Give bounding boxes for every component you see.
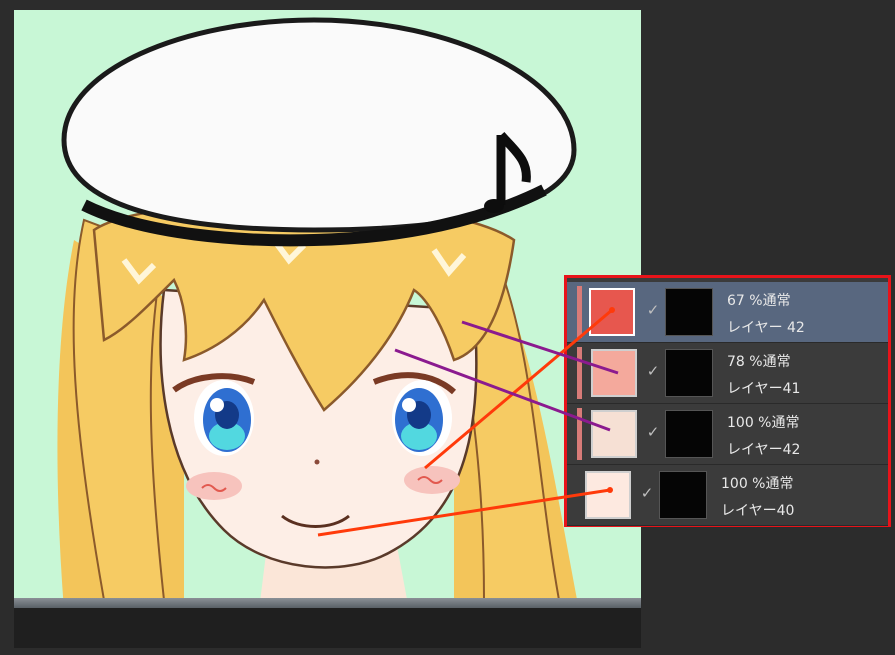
layer-opacity-mode: 67 %通常 bbox=[727, 293, 791, 309]
layer-row-42[interactable]: ✓ 100 %通常 レイヤー42 bbox=[567, 404, 888, 465]
layer-mask-thumbnail[interactable] bbox=[665, 349, 713, 397]
layer-panel: ✓ 67 %通常 レイヤー 42 ✓ 78 %通常 レイヤー41 ✓ 100 %… bbox=[564, 275, 891, 527]
layer-color-thumbnail[interactable] bbox=[591, 349, 637, 397]
layer-color-thumbnail[interactable] bbox=[591, 410, 637, 458]
layer-name: レイヤー41 bbox=[727, 381, 801, 397]
layer-row-40[interactable]: ✓ 100 %通常 レイヤー40 bbox=[567, 465, 888, 526]
layer-mask-thumbnail[interactable] bbox=[665, 288, 713, 336]
layer-name: レイヤー40 bbox=[721, 503, 795, 519]
visibility-check-icon[interactable]: ✓ bbox=[639, 485, 655, 501]
layer-name: レイヤー42 bbox=[727, 442, 801, 458]
drawing-canvas[interactable] bbox=[14, 10, 641, 648]
layer-row-41[interactable]: ✓ 78 %通常 レイヤー41 bbox=[567, 343, 888, 404]
layer-opacity-mode: 100 %通常 bbox=[727, 415, 800, 431]
clip-indicator bbox=[577, 347, 582, 399]
clip-indicator bbox=[577, 408, 582, 460]
layer-row-42-top[interactable]: ✓ 67 %通常 レイヤー 42 bbox=[567, 282, 888, 343]
visibility-check-icon[interactable]: ✓ bbox=[645, 363, 661, 379]
clip-indicator bbox=[577, 286, 582, 338]
layer-color-thumbnail[interactable] bbox=[585, 471, 631, 519]
layer-mask-thumbnail[interactable] bbox=[665, 410, 713, 458]
layer-opacity-mode: 100 %通常 bbox=[721, 476, 794, 492]
layer-name: レイヤー 42 bbox=[727, 320, 805, 336]
layer-mask-thumbnail[interactable] bbox=[659, 471, 707, 519]
layer-color-thumbnail[interactable] bbox=[589, 288, 635, 336]
character-illustration bbox=[57, 17, 579, 610]
canvas-footer bbox=[14, 608, 641, 648]
visibility-check-icon[interactable]: ✓ bbox=[645, 302, 661, 318]
layer-opacity-mode: 78 %通常 bbox=[727, 354, 791, 370]
visibility-check-icon[interactable]: ✓ bbox=[645, 424, 661, 440]
canvas-scrollbar[interactable] bbox=[14, 598, 641, 608]
